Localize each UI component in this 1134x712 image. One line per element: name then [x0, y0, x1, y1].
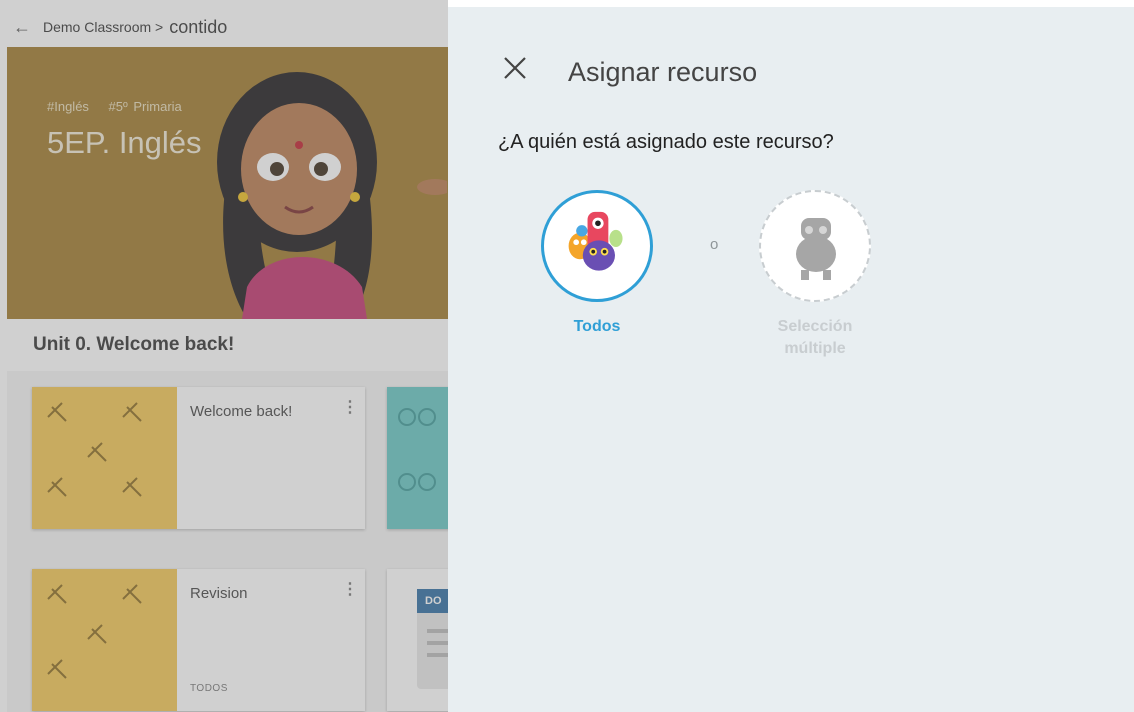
modal-backdrop[interactable] [0, 0, 448, 712]
panel-title: Asignar recurso [568, 57, 758, 87]
assign-resource-panel: Asignar recurso ¿A quién está asignado e… [448, 7, 1134, 712]
multiple-selection-avatar[interactable] [759, 190, 871, 302]
or-separator: o [710, 236, 719, 253]
close-icon[interactable] [500, 53, 530, 83]
monster-silhouette-icon [796, 218, 836, 280]
option-multiple-label: Selección múltiple [777, 318, 853, 357]
monsters-group-icon [568, 211, 623, 271]
assign-question: ¿A quién está asignado este recurso? [498, 131, 834, 153]
option-multiple[interactable]: Selección múltiple [750, 190, 880, 360]
option-all-label: Todos [573, 318, 621, 335]
option-all[interactable]: Todos [532, 190, 662, 338]
app-root: ← Demo Classroom > contido #Inglés #5º P… [0, 0, 1134, 712]
all-students-avatar[interactable] [541, 190, 653, 302]
